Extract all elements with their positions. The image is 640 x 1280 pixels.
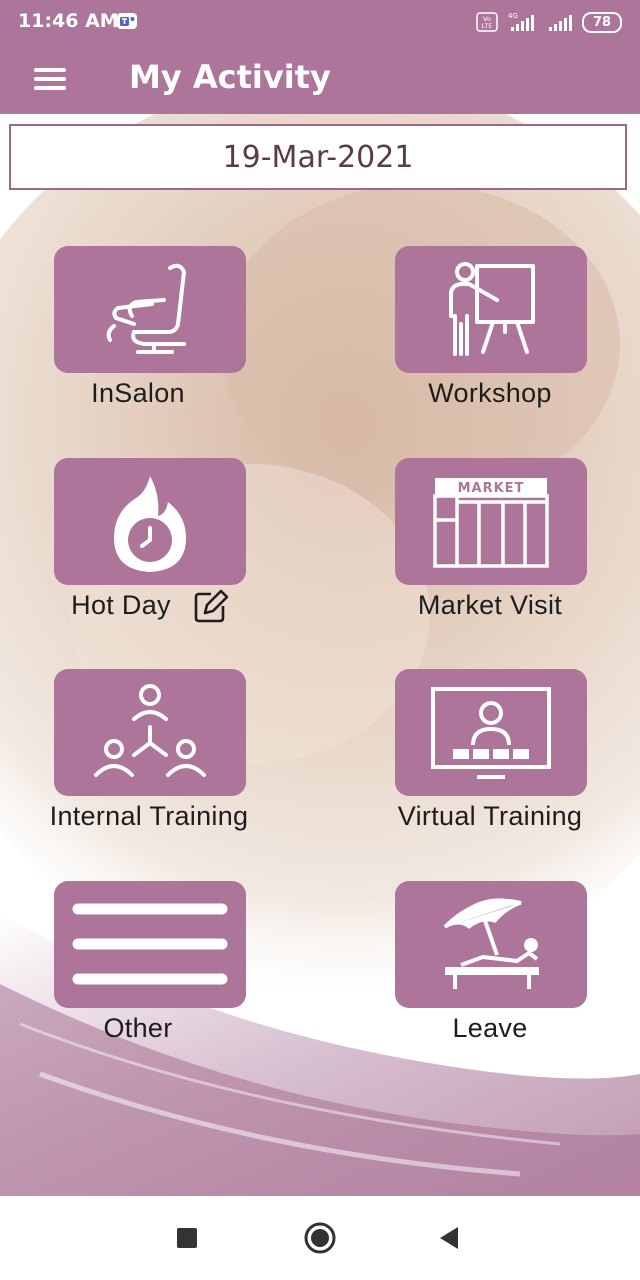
monitor-user-icon	[431, 687, 551, 779]
list-lines-icon	[72, 903, 228, 985]
status-time: 11:46 AM	[18, 10, 119, 32]
other-tile[interactable]	[54, 881, 246, 1008]
market-store-icon: MARKET	[433, 478, 549, 568]
salon-chair-icon	[106, 263, 186, 354]
other-label: Other	[103, 1013, 173, 1043]
workshop-tile[interactable]	[395, 246, 587, 373]
square-recents-icon[interactable]	[167, 1218, 207, 1258]
system-nav-bar	[0, 1196, 640, 1280]
battery-indicator: 78	[582, 11, 622, 33]
status-indicators: Vo LTE 4G 78	[476, 9, 622, 35]
virtual-training-label: Virtual Training	[397, 801, 583, 831]
internal-training-tile[interactable]	[54, 669, 246, 796]
beach-umbrella-icon	[443, 898, 539, 989]
virtual-training-tile[interactable]	[395, 669, 587, 796]
svg-text:4G: 4G	[508, 12, 518, 20]
circle-home-icon[interactable]	[300, 1218, 340, 1258]
volte-icon: Vo LTE	[476, 12, 498, 32]
hot-day-label: Hot Day	[71, 590, 171, 620]
internal-training-label: Internal Training	[49, 801, 249, 831]
edit-icon[interactable]	[193, 588, 231, 624]
insalon-label: InSalon	[91, 378, 185, 408]
leave-tile[interactable]	[395, 881, 587, 1008]
signal-icon	[549, 15, 572, 31]
workshop-label: Workshop	[428, 378, 552, 408]
status-bar: 11:46 AM Vo LTE 4G 78	[0, 0, 640, 44]
presentation-board-icon	[449, 262, 535, 356]
insalon-tile[interactable]	[54, 246, 246, 373]
market-sign: MARKET	[458, 481, 525, 496]
leave-label: Leave	[452, 1013, 528, 1043]
flame-clock-icon	[114, 476, 186, 572]
team-network-icon	[94, 684, 206, 777]
svg-text:LTE: LTE	[482, 22, 493, 30]
triangle-back-icon[interactable]	[430, 1218, 470, 1258]
hamburger-menu-icon[interactable]	[28, 62, 72, 96]
page-title: My Activity	[129, 58, 331, 96]
teams-icon	[117, 13, 137, 29]
app-bar: My Activity	[0, 44, 640, 114]
date-picker[interactable]: 19-Mar-2021	[9, 124, 627, 190]
market-visit-tile[interactable]: MARKET	[395, 458, 587, 585]
market-visit-label: Market Visit	[417, 590, 563, 620]
hot-day-tile[interactable]	[54, 458, 246, 585]
signal-4g-icon: 4G	[508, 12, 534, 31]
